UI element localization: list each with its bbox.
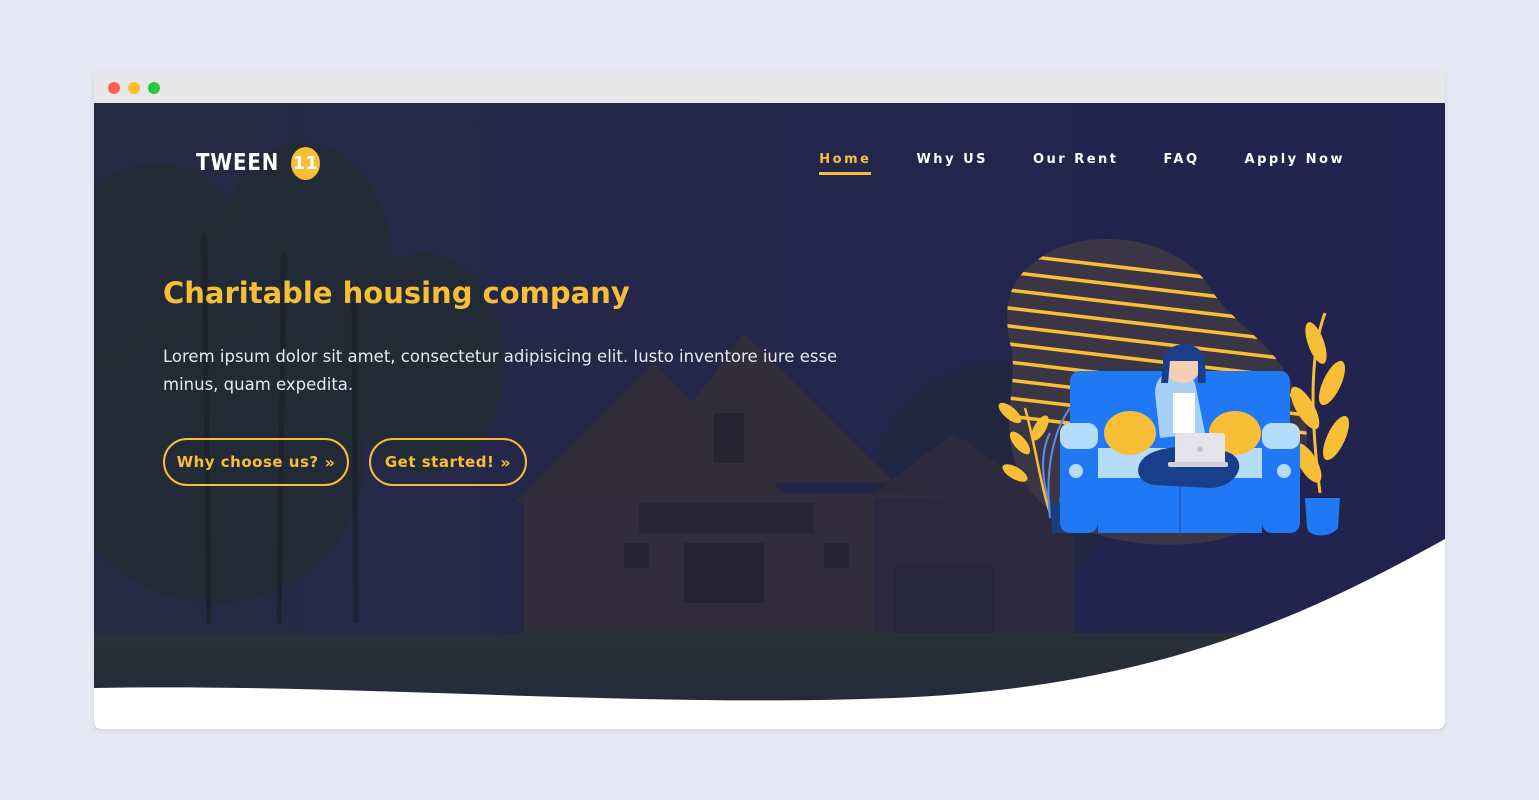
minimize-window-button[interactable] <box>128 82 140 94</box>
logo-badge: 11 <box>290 146 320 180</box>
nav-item-why-us[interactable]: Why US <box>916 152 988 175</box>
nav-item-home[interactable]: Home <box>819 152 872 175</box>
nav-item-apply-now[interactable]: Apply Now <box>1245 152 1345 175</box>
site-logo[interactable]: TWEEN 11 <box>196 145 320 181</box>
hero-title: Charitable housing company <box>163 276 630 310</box>
main-nav: Home Why US Our Rent FAQ Apply Now <box>774 152 1345 175</box>
woman-on-sofa-illustration <box>998 238 1350 545</box>
double-chevron-right-icon: » <box>324 452 336 472</box>
why-choose-us-label: Why choose us? <box>176 453 319 471</box>
hero-section: TWEEN 11 Home Why US Our Rent FAQ Apply … <box>94 103 1445 729</box>
maximize-window-button[interactable] <box>148 82 160 94</box>
double-chevron-right-icon: » <box>500 452 512 472</box>
nav-item-faq[interactable]: FAQ <box>1164 152 1200 175</box>
hero-description: Lorem ipsum dolor sit amet, consectetur … <box>163 347 838 394</box>
close-window-button[interactable] <box>108 82 120 94</box>
browser-titlebar <box>94 71 1445 103</box>
logo-text: TWEEN <box>196 150 280 176</box>
why-choose-us-button[interactable]: Why choose us? » <box>163 438 349 486</box>
browser-window: TWEEN 11 Home Why US Our Rent FAQ Apply … <box>94 71 1445 729</box>
get-started-label: Get started! <box>384 453 495 471</box>
nav-item-our-rent[interactable]: Our Rent <box>1033 152 1119 175</box>
get-started-button[interactable]: Get started! » <box>369 438 527 486</box>
